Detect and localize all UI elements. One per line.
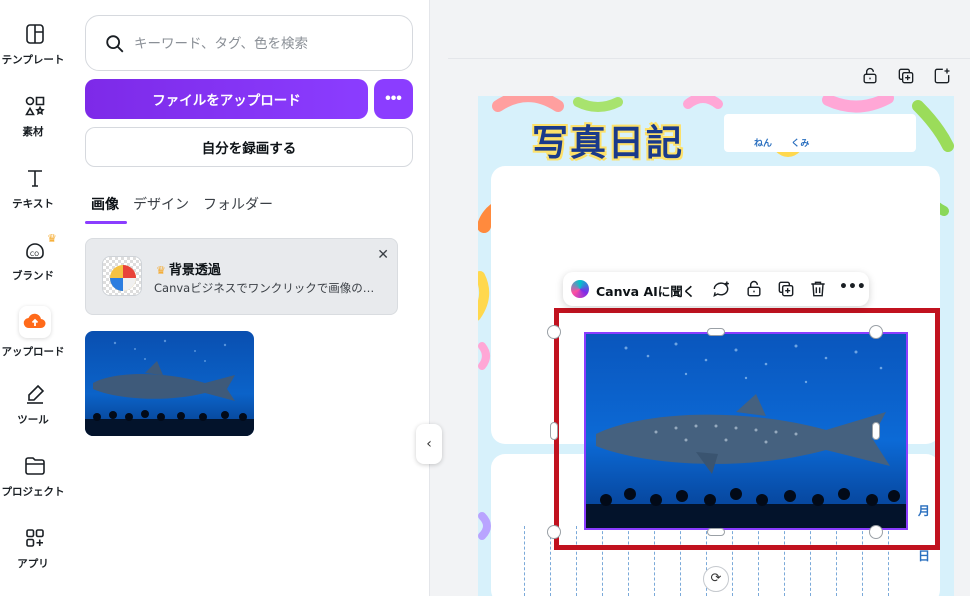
upload-tabs: 画像 デザイン フォルダー — [85, 192, 281, 224]
upload-files-button[interactable]: ファイルをアップロード — [85, 79, 368, 119]
tools-icon — [27, 384, 45, 404]
tab-designs[interactable]: デザイン — [127, 192, 197, 224]
lock-icon[interactable] — [744, 279, 764, 299]
search-icon — [106, 35, 124, 53]
premium-crown-icon: ♛ — [156, 264, 166, 277]
design-canvas-area: 写真日記 ねん くみ 月 日 ⟳ Canva AIに聞く ••• — [448, 0, 970, 596]
rotate-icon[interactable]: ⟳ — [703, 566, 729, 592]
search-input[interactable] — [134, 30, 394, 58]
ruled-line — [524, 526, 525, 596]
ask-canva-ai-button[interactable]: Canva AIに聞く — [596, 281, 695, 300]
sidebar-item-label: アプリ — [17, 558, 49, 570]
svg-text:CO: CO — [30, 251, 39, 258]
sidebar-item-elements[interactable]: 素材 — [0, 94, 70, 156]
close-icon[interactable]: ✕ — [377, 247, 389, 263]
chevron-left-icon: ‹ — [426, 436, 432, 452]
upload-icon — [23, 313, 46, 329]
apps-icon — [26, 529, 44, 547]
sidebar-item-label: アップロード — [1, 346, 65, 358]
sidebar-item-label: テキスト — [12, 198, 54, 210]
resize-handle-bottom[interactable] — [707, 528, 725, 536]
collapse-panel-button[interactable]: ‹ — [416, 424, 442, 464]
promo-title-text: 背景透過 — [168, 263, 221, 278]
sidebar-item-apps[interactable]: アプリ — [0, 526, 70, 588]
brand-icon: CO — [26, 243, 44, 259]
promo-title: ♛ 背景透過 — [156, 259, 221, 278]
resize-handle-top[interactable] — [707, 328, 725, 336]
element-toolbar: Canva AIに聞く ••• — [563, 272, 869, 306]
premium-crown-icon: ♛ — [47, 232, 57, 245]
lock-page-icon[interactable] — [860, 66, 880, 86]
upload-icon-wrapper — [19, 306, 51, 338]
resize-handle-left[interactable] — [550, 422, 558, 440]
side-navigation: テンプレート 素材 テキスト ♛ CO ブランド アップロード ツール プロジェ… — [0, 0, 70, 596]
sidebar-item-tools[interactable]: ツール — [0, 382, 70, 444]
uploads-panel: ファイルをアップロード ••• 自分を録画する 画像 デザイン フォルダー ♛背… — [70, 0, 494, 596]
resize-handle-top-left[interactable] — [547, 325, 561, 339]
upload-more-options-button[interactable]: ••• — [374, 79, 413, 119]
whale-shark-photo — [586, 334, 906, 528]
tab-folders[interactable]: フォルダー — [197, 192, 281, 224]
resize-handle-bottom-right[interactable] — [869, 525, 883, 539]
sidebar-item-label: プロジェクト — [1, 486, 65, 498]
selected-photo[interactable] — [584, 332, 908, 530]
sidebar-item-label: 素材 — [22, 126, 44, 138]
sidebar-item-uploads[interactable]: アップロード — [0, 306, 70, 368]
name-field-box: ねん くみ — [724, 114, 916, 152]
trash-icon[interactable] — [808, 279, 828, 299]
canva-ai-icon — [571, 280, 589, 298]
duplicate-icon[interactable] — [776, 279, 796, 299]
folder-icon — [25, 457, 45, 475]
diary-title: 写真日記 — [532, 123, 685, 164]
year-label: ねん — [754, 139, 773, 149]
resize-handle-bottom-left[interactable] — [547, 525, 561, 539]
sidebar-item-templates[interactable]: テンプレート — [0, 22, 70, 84]
beach-ball-icon — [103, 257, 141, 295]
search-box — [85, 15, 413, 71]
whale-shark-thumbnail-image — [85, 331, 254, 436]
promo-description: Canvaビジネスでワンクリックで画像の… — [154, 281, 375, 295]
sidebar-item-label: ツール — [17, 414, 49, 426]
divider — [448, 58, 970, 59]
comment-icon[interactable] — [711, 279, 731, 299]
background-remover-promo[interactable]: ♛ 背景透過 Canvaビジネスでワンクリックで画像の… ✕ — [85, 238, 398, 315]
promo-thumbnail — [102, 256, 142, 296]
duplicate-page-icon[interactable] — [896, 66, 916, 86]
record-yourself-button[interactable]: 自分を録画する — [85, 127, 413, 167]
sidebar-item-projects[interactable]: プロジェクト — [0, 454, 70, 516]
resize-handle-top-right[interactable] — [869, 325, 883, 339]
sidebar-item-label: ブランド — [12, 270, 54, 282]
design-page[interactable]: 写真日記 ねん くみ 月 日 ⟳ Canva AIに聞く ••• — [478, 96, 954, 596]
uploaded-image-thumbnail[interactable] — [85, 331, 254, 436]
tab-images[interactable]: 画像 — [85, 192, 127, 224]
elements-icon — [25, 96, 45, 116]
page-actions — [860, 66, 952, 86]
resize-handle-right[interactable] — [872, 422, 880, 440]
sidebar-item-text[interactable]: テキスト — [0, 166, 70, 228]
class-label: くみ — [791, 139, 810, 149]
sidebar-item-brand[interactable]: ♛ CO ブランド — [0, 232, 70, 300]
template-icon — [26, 24, 44, 44]
text-icon — [28, 170, 42, 187]
sidebar-item-label: テンプレート — [1, 54, 65, 66]
add-page-icon[interactable] — [932, 66, 952, 86]
toolbar-more-options-button[interactable]: ••• — [839, 279, 866, 295]
